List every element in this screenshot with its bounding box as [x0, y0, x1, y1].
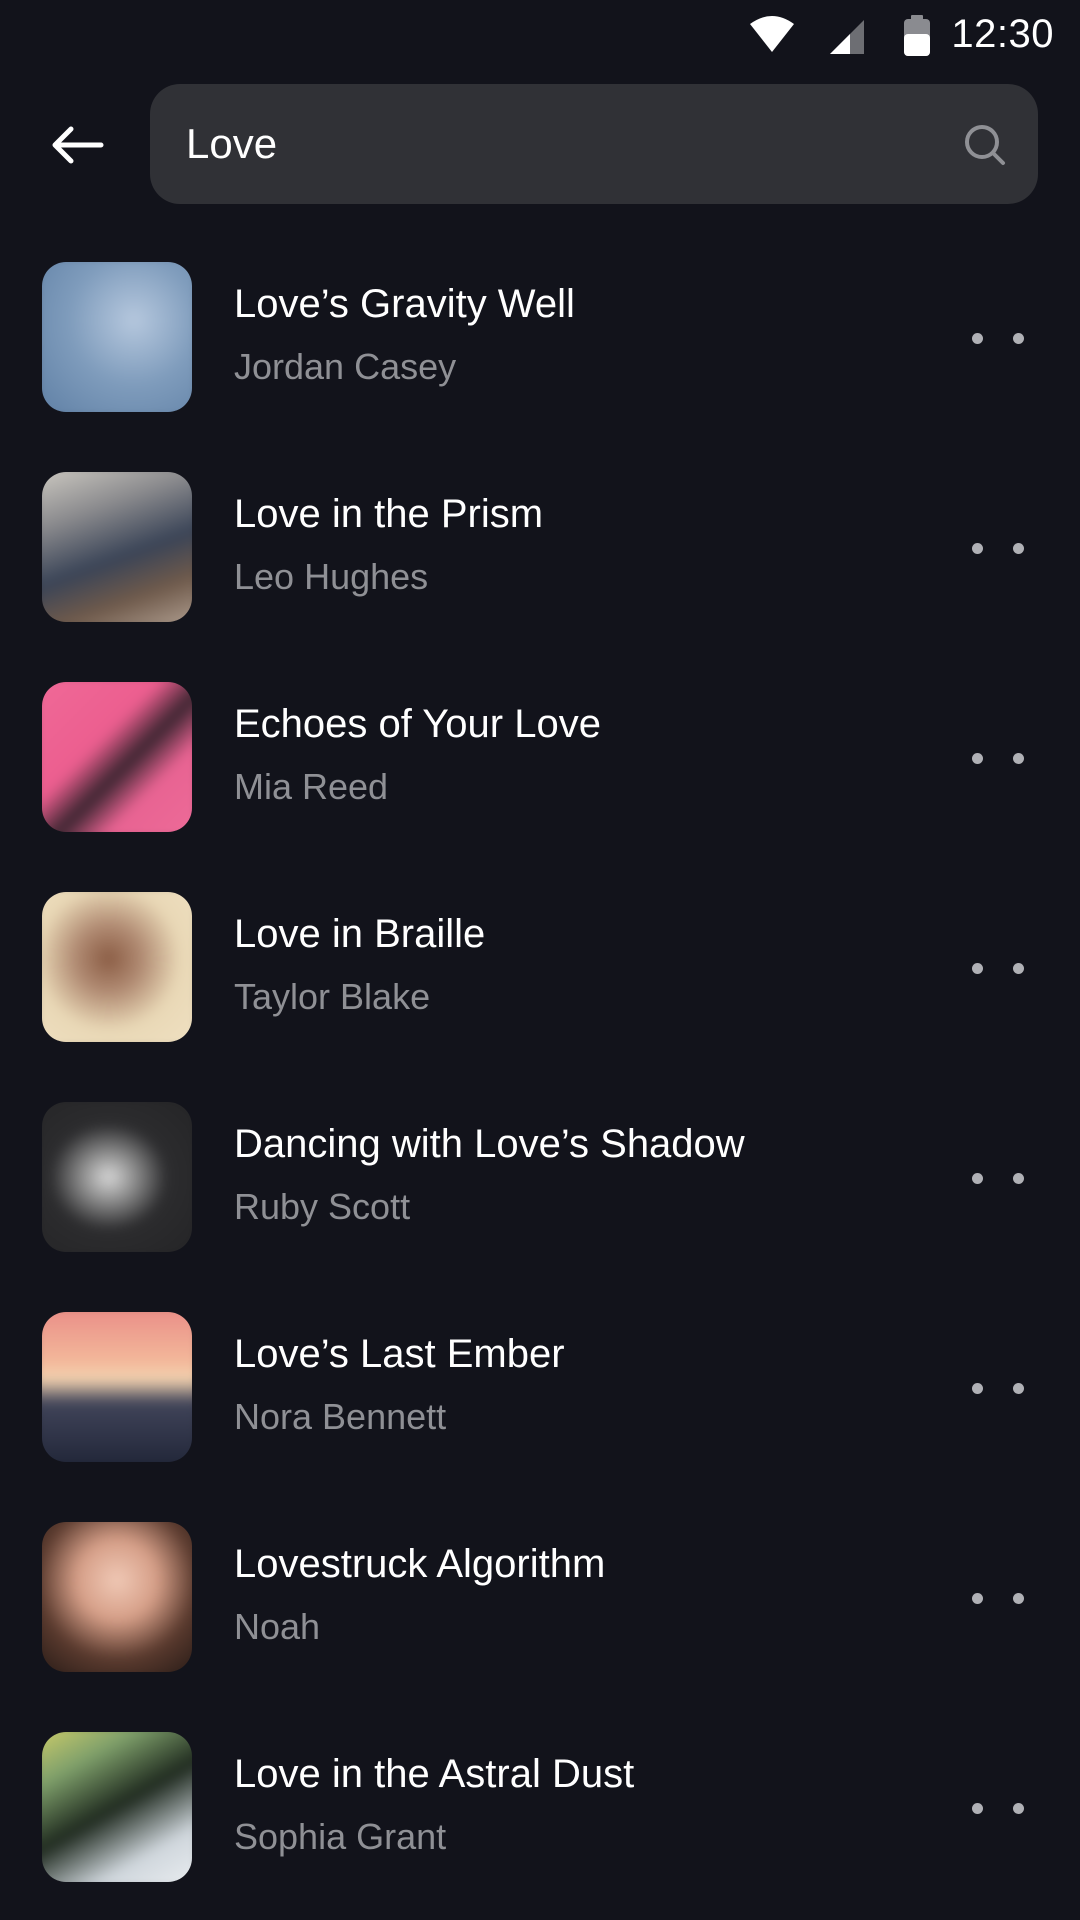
- dot-icon: [1013, 1592, 1024, 1604]
- dot-icon: [972, 1382, 983, 1394]
- dot-icon: [1013, 1382, 1024, 1394]
- list-item[interactable]: Echoes of Your Love Mia Reed: [0, 672, 1080, 882]
- status-bar: 12:30: [0, 0, 1080, 72]
- status-time: 12:30: [951, 12, 1054, 56]
- song-artist: Ruby Scott: [234, 1186, 411, 1227]
- song-artist: Nora Bennett: [234, 1396, 447, 1437]
- list-item[interactable]: Lovestruck Algorithm Noah: [0, 1512, 1080, 1722]
- song-title: Echoes of Your Love: [234, 702, 601, 746]
- song-artist: Taylor Blake: [234, 976, 431, 1017]
- signal-icon: [830, 20, 864, 54]
- album-cover: [42, 1312, 192, 1462]
- list-item[interactable]: Love in the Astral Dust Sophia Grant: [0, 1722, 1080, 1920]
- dot-icon: [1013, 542, 1024, 554]
- album-cover: [42, 1102, 192, 1252]
- song-title: Love in the Astral Dust: [234, 1752, 635, 1796]
- results-list: Love’s Gravity Well Jordan Casey Love in…: [0, 252, 1080, 1920]
- more-options-button[interactable]: [968, 526, 1028, 570]
- dot-icon: [1013, 332, 1024, 344]
- dot-icon: [972, 962, 983, 974]
- wifi-icon: [750, 16, 794, 52]
- song-artist: Jordan Casey: [234, 346, 457, 387]
- more-options-button[interactable]: [968, 736, 1028, 780]
- more-options-button[interactable]: [968, 1576, 1028, 1620]
- list-item[interactable]: Love in Braille Taylor Blake: [0, 882, 1080, 1092]
- song-artist: Mia Reed: [234, 766, 389, 807]
- list-item[interactable]: Love’s Gravity Well Jordan Casey: [0, 252, 1080, 462]
- dot-icon: [972, 332, 983, 344]
- song-title: Love’s Gravity Well: [234, 282, 575, 326]
- list-item[interactable]: Love in the Prism Leo Hughes: [0, 462, 1080, 672]
- dot-icon: [972, 1592, 983, 1604]
- dot-icon: [972, 1802, 983, 1814]
- song-title: Dancing with Love’s Shadow: [234, 1122, 745, 1166]
- song-title: Lovestruck Algorithm: [234, 1542, 606, 1586]
- dot-icon: [1013, 1172, 1024, 1184]
- list-item[interactable]: Love’s Last Ember Nora Bennett: [0, 1302, 1080, 1512]
- album-cover: [42, 1732, 192, 1882]
- more-options-button[interactable]: [968, 1156, 1028, 1200]
- album-cover: [42, 262, 192, 412]
- search-icon[interactable]: [962, 122, 1008, 168]
- more-options-button[interactable]: [968, 946, 1028, 990]
- album-cover: [42, 472, 192, 622]
- dot-icon: [1013, 962, 1024, 974]
- album-cover: [42, 1522, 192, 1672]
- album-cover: [42, 892, 192, 1042]
- song-artist: Leo Hughes: [234, 556, 429, 597]
- song-title: Love’s Last Ember: [234, 1332, 565, 1376]
- list-item[interactable]: Dancing with Love’s Shadow Ruby Scott: [0, 1092, 1080, 1302]
- search-bar: [150, 84, 1038, 204]
- more-options-button[interactable]: [968, 1786, 1028, 1830]
- song-title: Love in the Prism: [234, 492, 544, 536]
- more-options-button[interactable]: [968, 1366, 1028, 1410]
- dot-icon: [1013, 752, 1024, 764]
- album-cover: [42, 682, 192, 832]
- back-button[interactable]: [38, 112, 116, 178]
- song-artist: Sophia Grant: [234, 1816, 447, 1857]
- dot-icon: [1013, 1802, 1024, 1814]
- dot-icon: [972, 1172, 983, 1184]
- song-title: Love in Braille: [234, 912, 486, 956]
- song-artist: Noah: [234, 1606, 321, 1647]
- dot-icon: [972, 752, 983, 764]
- more-options-button[interactable]: [968, 316, 1028, 360]
- search-input[interactable]: [186, 84, 946, 204]
- search-results-screen: 12:30 Love’s Gravity Well Jordan Casey L…: [0, 0, 1080, 1920]
- battery-icon: [904, 15, 930, 56]
- dot-icon: [972, 542, 983, 554]
- arrow-left-icon: [52, 126, 104, 164]
